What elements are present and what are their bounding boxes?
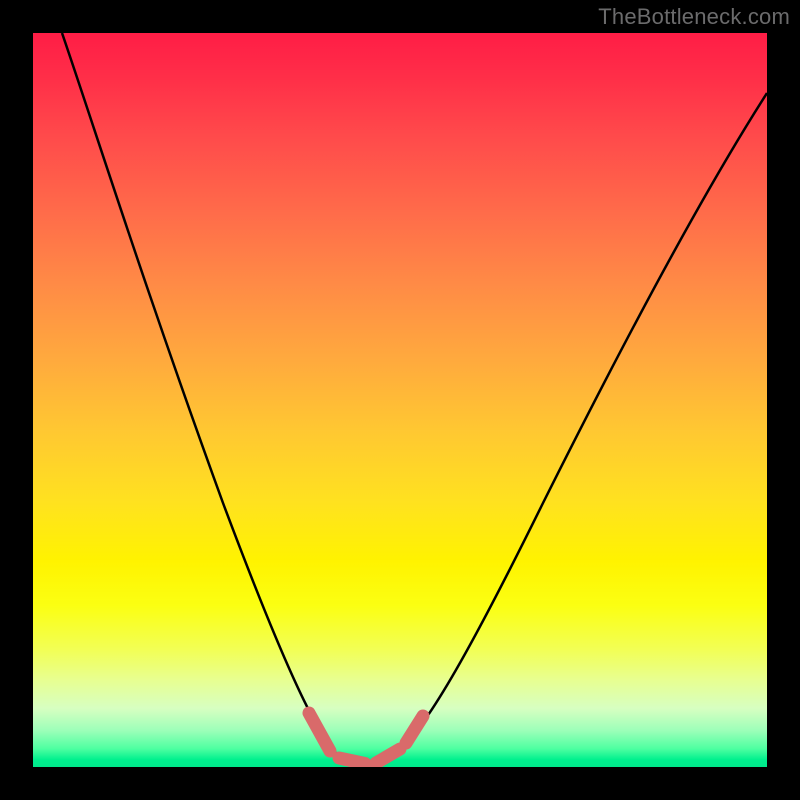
plot-area (33, 33, 767, 767)
chart-frame: TheBottleneck.com (0, 0, 800, 800)
watermark-text: TheBottleneck.com (598, 4, 790, 30)
bottleneck-curve-path (62, 33, 767, 764)
bottleneck-chart (33, 33, 767, 767)
marker-dashes (309, 713, 423, 764)
